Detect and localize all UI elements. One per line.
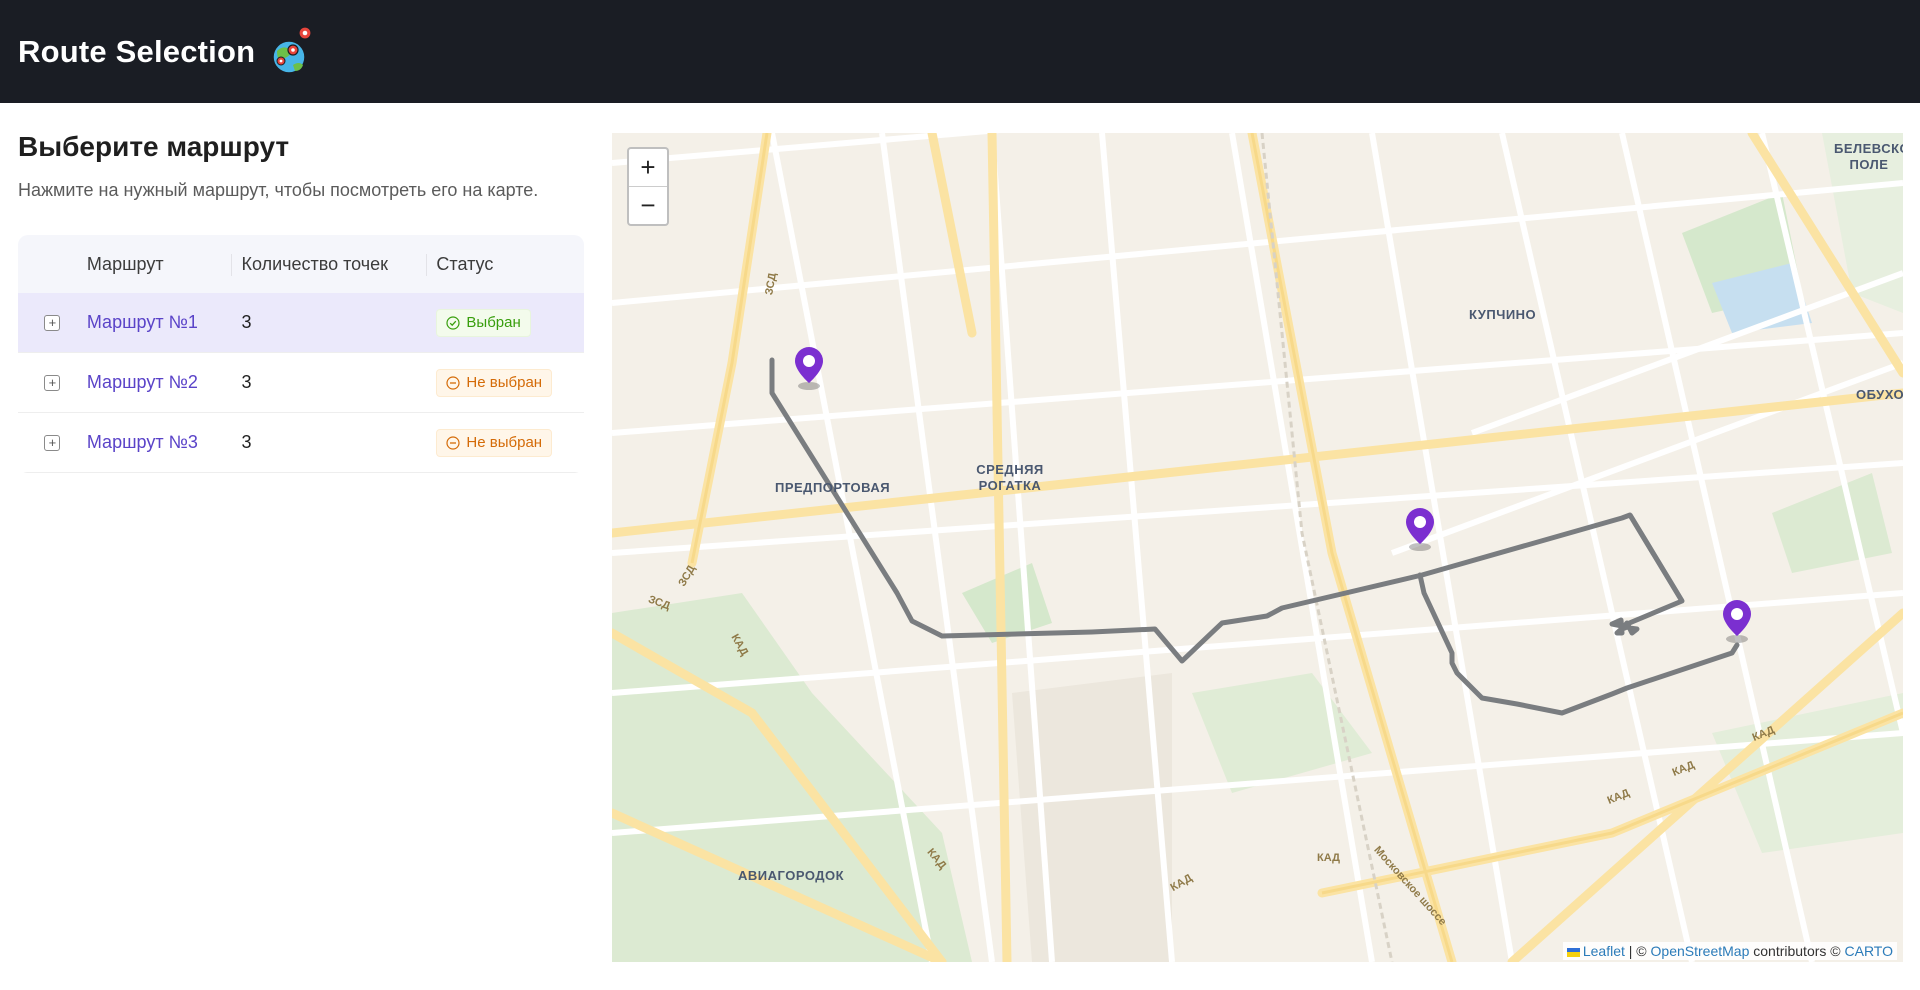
table-row[interactable]: + Маршрут №2 3 Не выбран [18,353,584,413]
points-count: 3 [241,432,252,452]
map-place-label: БЕЛЕВСКОЕ ПОЛЕ [1834,141,1903,172]
column-header-status: Статус [426,235,584,293]
table-header: Маршрут Количество точек Статус [18,235,584,293]
zoom-out-button[interactable]: − [629,186,667,224]
status-text: Не выбран [466,374,543,391]
leaflet-link[interactable]: Leaflet [1583,943,1625,959]
map-place-label: ОБУХОВО [1856,387,1903,402]
expand-row-button[interactable]: + [44,374,61,391]
table-row[interactable]: + Маршрут №1 3 Выбран [18,293,584,353]
zoom-control: + − [627,147,669,226]
route-link[interactable]: Маршрут №1 [87,312,198,332]
expand-row-button[interactable]: + [44,434,61,451]
status-badge: Не выбран [436,368,553,397]
points-count: 3 [241,372,252,392]
zoom-in-button[interactable]: + [629,149,667,186]
map-marker-icon[interactable] [1723,600,1751,643]
map-place-label: КУПЧИНО [1469,307,1537,322]
attribution-separator: | © [1628,943,1647,959]
table-row[interactable]: + Маршрут №3 3 Не выбран [18,413,584,473]
points-count: 3 [241,312,252,332]
app-header: Route Selection [0,0,1920,103]
status-badge: Не выбран [436,428,553,457]
map-place-label: АВИАГОРОДОК [738,868,845,883]
attribution-contributors: contributors © [1753,943,1841,959]
routes-table: Маршрут Количество точек Статус + Маршру… [18,235,584,473]
globe-map-pins-icon [272,25,312,74]
status-text: Не выбран [466,434,543,451]
map-attribution: Leaflet | © OpenStreetMap contributors ©… [1562,942,1897,960]
column-header-points: Количество точек [231,235,426,293]
check-circle-icon [446,315,461,330]
osm-link[interactable]: OpenStreetMap [1651,943,1750,959]
road-label: КАД [1317,852,1340,864]
map-view[interactable]: БЕЛЕВСКОЕ ПОЛЕ КУПЧИНО ОБУХОВО ПРЕДПОРТО… [612,133,1903,962]
route-panel: Выберите маршрут Нажмите на нужный маршр… [18,103,584,473]
minus-circle-icon [446,435,461,450]
minus-circle-icon [446,375,461,390]
status-badge: Выбран [436,308,531,337]
map-place-label: СРЕДНЯЯ РОГАТКА [976,462,1044,493]
carto-link[interactable]: CARTO [1845,943,1894,959]
ukraine-flag-icon [1566,947,1580,957]
status-text: Выбран [466,314,521,331]
map-place-label: ПРЕДПОРТОВАЯ [775,480,891,495]
page-title: Выберите маршрут [18,131,290,162]
column-header-route: Маршрут [86,253,164,274]
app-title: Route Selection [18,33,256,69]
expand-column-header [18,235,87,293]
map-tiles [612,133,1903,962]
route-link[interactable]: Маршрут №3 [87,432,198,452]
page-subtitle: Нажмите на нужный маршрут, чтобы посмотр… [18,180,539,200]
expand-row-button[interactable]: + [44,314,61,331]
route-link[interactable]: Маршрут №2 [87,372,198,392]
